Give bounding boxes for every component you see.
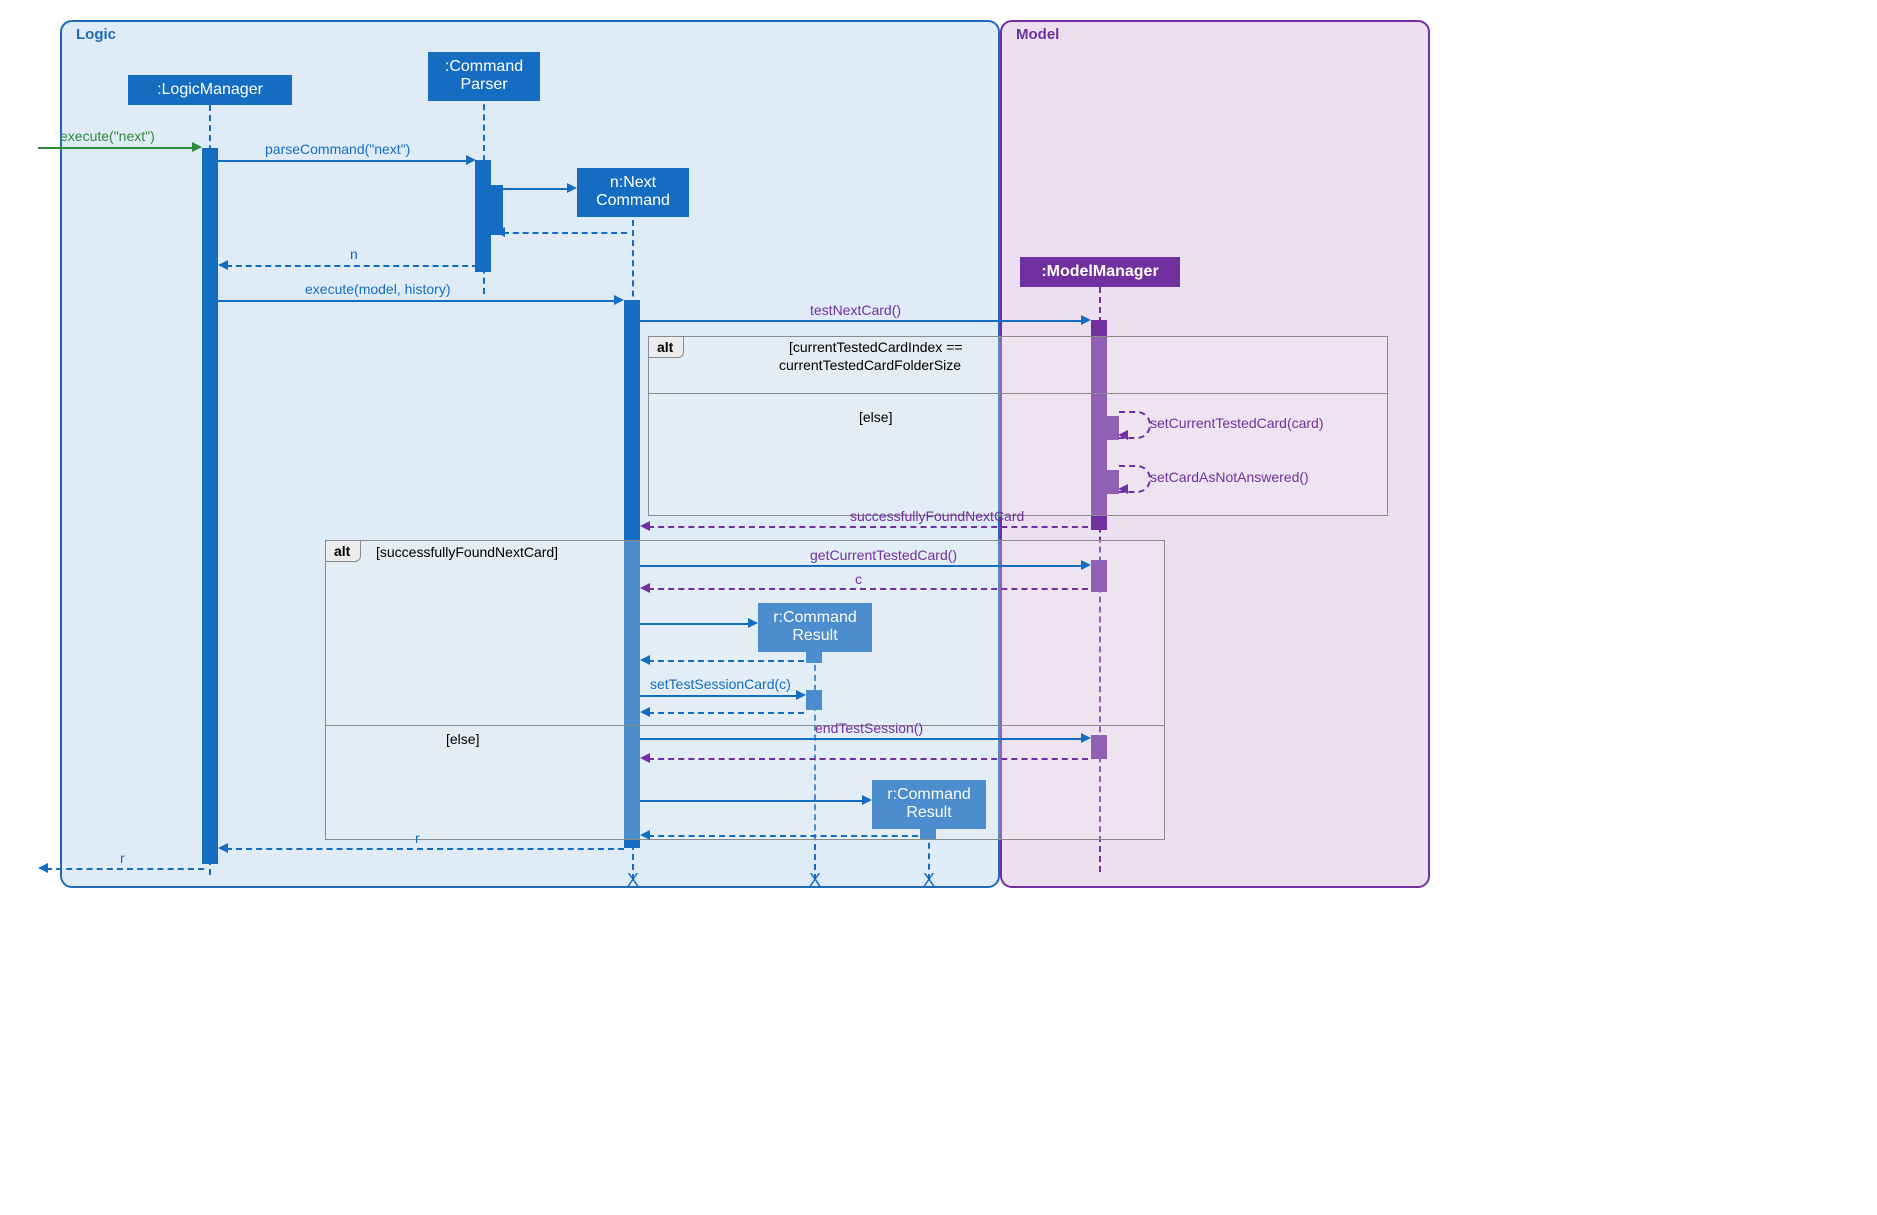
arrow-sfnc: [648, 526, 1088, 528]
arrow-test-next: [640, 320, 1085, 322]
ah-return-r: [218, 843, 228, 853]
ah-test-next: [1081, 315, 1091, 325]
head-model-manager: :ModelManager: [1020, 257, 1180, 287]
alt2-guard-2: [else]: [446, 731, 479, 747]
msg-parse-command: parseCommand("next"): [265, 141, 410, 157]
arrow-create-cr1-ret: [648, 660, 804, 662]
arrow-create-cr1: [640, 623, 752, 625]
ah-set-test-session: [796, 690, 806, 700]
msg-test-next: testNextCard(): [810, 302, 901, 318]
ah-create-next: [567, 183, 577, 193]
ah-create-cr1: [748, 618, 758, 628]
ah-execute-mh: [614, 295, 624, 305]
msg-execute-mh: execute(model, history): [305, 281, 451, 297]
arrow-get-current: [640, 565, 1085, 567]
sequence-diagram: Logic Model :LogicManager :Command Parse…: [20, 20, 1500, 890]
head-logic-manager: :LogicManager: [128, 75, 292, 105]
ah-return-n: [218, 260, 228, 270]
msg-set-test-session: setTestSessionCard(c): [650, 676, 791, 692]
alt-tag-2: alt: [325, 540, 361, 562]
arrow-execute-next: [38, 147, 196, 149]
alt-tag-1: alt: [648, 336, 684, 358]
arrow-set-test-session-ret: [648, 712, 804, 714]
arrow-parse-command: [218, 160, 470, 162]
arrow-create-next-ret: [503, 232, 627, 234]
ah-sfnc: [640, 521, 650, 531]
arrow-end-test: [640, 738, 1085, 740]
ah-set-test-session-ret: [640, 707, 650, 717]
frame-logic-title: Logic: [76, 26, 116, 43]
msg-return-r-out: r: [120, 850, 125, 866]
arrow-execute-mh: [218, 300, 618, 302]
msg-get-current: getCurrentTestedCard(): [810, 547, 957, 563]
arrow-return-n: [226, 265, 478, 267]
ah-create-next-ret: [495, 227, 505, 237]
ah-create-cr2-ret: [640, 830, 650, 840]
arrow-return-r-out: [46, 868, 204, 870]
alt1-sep: [649, 393, 1387, 394]
msg-execute-next: execute("next"): [60, 128, 155, 144]
msg-return-r: r: [415, 830, 420, 846]
arrowhead-execute-next: [192, 142, 202, 152]
msg-return-c: c: [855, 571, 862, 587]
ah-create-cr1-ret: [640, 655, 650, 665]
alt1-guard-2: [else]: [859, 409, 892, 425]
msg-set-not-answered: setCardAsNotAnswered(): [1150, 469, 1309, 485]
msg-return-n: n: [350, 246, 358, 262]
ah-parse-command: [466, 155, 476, 165]
arrow-return-r: [226, 848, 624, 850]
msg-end-test: endTestSession(): [815, 720, 923, 736]
ah-return-r-out: [38, 863, 48, 873]
destroy-next-command: X: [627, 870, 639, 891]
arrow-end-test-ret: [648, 758, 1088, 760]
arrow-return-c: [648, 588, 1088, 590]
arrow-create-next: [503, 188, 571, 190]
ah-create-cr2: [862, 795, 872, 805]
ah-get-current: [1081, 560, 1091, 570]
ah-return-c: [640, 583, 650, 593]
destroy-cr1: X: [809, 870, 821, 891]
msg-sfnc: successfullyFoundNextCard: [850, 508, 1024, 524]
alt1-guard-1b: currentTestedCardFolderSize: [779, 357, 961, 373]
ah-self-2: [1118, 484, 1128, 494]
frame-model-title: Model: [1016, 26, 1059, 43]
ah-end-test: [1081, 733, 1091, 743]
arrow-create-cr2: [640, 800, 866, 802]
msg-set-current: setCurrentTestedCard(card): [1150, 415, 1324, 431]
arrow-create-cr2-ret: [648, 835, 918, 837]
ah-self-1: [1118, 430, 1128, 440]
destroy-cr2: X: [923, 870, 935, 891]
activation-logic-manager: [202, 148, 218, 864]
alt2-guard-1: [successfullyFoundNextCard]: [376, 544, 558, 560]
alt2-sep: [326, 725, 1164, 726]
ah-end-test-ret: [640, 753, 650, 763]
alt1-guard-1a: [currentTestedCardIndex ==: [789, 339, 963, 355]
arrow-set-test-session: [640, 695, 800, 697]
